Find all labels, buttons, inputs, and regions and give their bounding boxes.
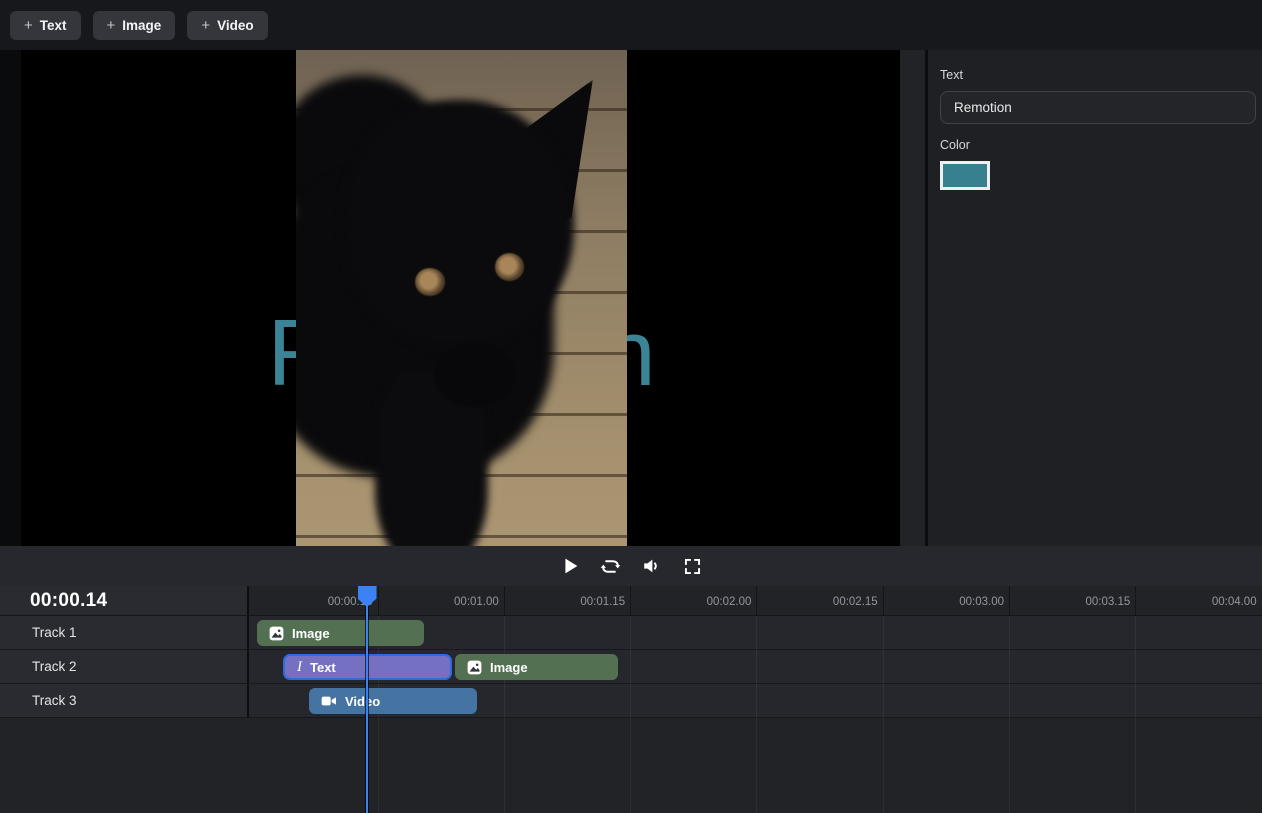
add-text-label: Text bbox=[40, 18, 67, 33]
dog-photo bbox=[296, 50, 627, 546]
plus-icon: + bbox=[201, 17, 210, 34]
preview-gutter bbox=[900, 50, 925, 546]
timeline-clip-text[interactable]: I Text bbox=[283, 654, 452, 680]
toolbar: + Text + Image + Video bbox=[0, 0, 1262, 50]
plus-icon: + bbox=[24, 17, 33, 34]
dog-art-shape bbox=[415, 268, 445, 295]
current-timecode: 00:00.14 bbox=[30, 590, 107, 612]
text-input[interactable] bbox=[940, 91, 1256, 124]
add-text-button[interactable]: + Text bbox=[10, 11, 81, 40]
image-icon bbox=[467, 660, 482, 675]
add-image-button[interactable]: + Image bbox=[93, 11, 176, 40]
add-image-label: Image bbox=[122, 18, 161, 33]
track-row: Track 3 Video bbox=[0, 684, 1262, 718]
player-controls bbox=[0, 546, 1262, 586]
loop-button[interactable] bbox=[599, 554, 623, 578]
stage: Remotion Text Color bbox=[0, 50, 1262, 546]
track-row: Track 2 I Text Image bbox=[0, 650, 1262, 684]
clip-label: Text bbox=[310, 660, 336, 675]
preview-area: Remotion bbox=[0, 50, 925, 546]
text-field-label: Text bbox=[940, 68, 1256, 82]
inspector-panel: Text Color bbox=[925, 50, 1262, 546]
track-row: Track 1 Image bbox=[0, 616, 1262, 650]
ruler-label: 00:03.15 bbox=[1040, 586, 1130, 616]
clip-label: Image bbox=[292, 626, 330, 641]
ruler-label: 00:01.00 bbox=[409, 586, 499, 616]
color-swatch[interactable] bbox=[940, 161, 990, 190]
video-editor-app: + Text + Image + Video Remotion bbox=[0, 0, 1262, 813]
ruler-label: 00:01.15 bbox=[535, 586, 625, 616]
video-icon bbox=[321, 693, 337, 709]
play-icon bbox=[559, 555, 581, 577]
clip-label: Video bbox=[345, 694, 380, 709]
color-field-label: Color bbox=[940, 138, 1256, 152]
track-3-label: Track 3 bbox=[32, 693, 77, 708]
track-3-header: Track 3 bbox=[0, 684, 249, 717]
track-1-label: Track 1 bbox=[32, 625, 77, 640]
timeline-clip-image[interactable]: Image bbox=[455, 654, 618, 680]
clip-label: Image bbox=[490, 660, 528, 675]
dog-art-shape bbox=[435, 343, 514, 407]
ruler-label: 00:04.00 bbox=[1167, 586, 1257, 616]
dog-art-shape bbox=[495, 253, 525, 280]
add-video-button[interactable]: + Video bbox=[187, 11, 267, 40]
preview-canvas: Remotion bbox=[21, 50, 900, 546]
image-icon bbox=[269, 626, 284, 641]
add-video-label: Video bbox=[217, 18, 254, 33]
timeline-ruler[interactable]: 00:00.14 00:00.1500:01.0000:01.1500:02.0… bbox=[0, 586, 1262, 616]
ruler-label: 00:02.00 bbox=[661, 586, 751, 616]
text-icon: I bbox=[297, 660, 302, 675]
loop-icon bbox=[599, 555, 622, 578]
volume-button[interactable] bbox=[640, 554, 664, 578]
track-1-header: Track 1 bbox=[0, 616, 249, 649]
ruler-label: 00:02.15 bbox=[788, 586, 878, 616]
track-2-label: Track 2 bbox=[32, 659, 77, 674]
timecode-cell: 00:00.14 bbox=[0, 586, 249, 615]
plus-icon: + bbox=[107, 17, 116, 34]
timeline-clip-video[interactable]: Video bbox=[309, 688, 477, 714]
fullscreen-button[interactable] bbox=[681, 554, 705, 578]
volume-icon bbox=[641, 555, 663, 577]
ruler-label: 00:03.00 bbox=[914, 586, 1004, 616]
track-2-header: Track 2 bbox=[0, 650, 249, 683]
timeline: 00:00.14 00:00.1500:01.0000:01.1500:02.0… bbox=[0, 586, 1262, 813]
timeline-clip-image[interactable]: Image bbox=[257, 620, 424, 646]
play-button[interactable] bbox=[558, 554, 582, 578]
dog-art-shape bbox=[342, 100, 574, 348]
fullscreen-icon bbox=[682, 556, 703, 577]
